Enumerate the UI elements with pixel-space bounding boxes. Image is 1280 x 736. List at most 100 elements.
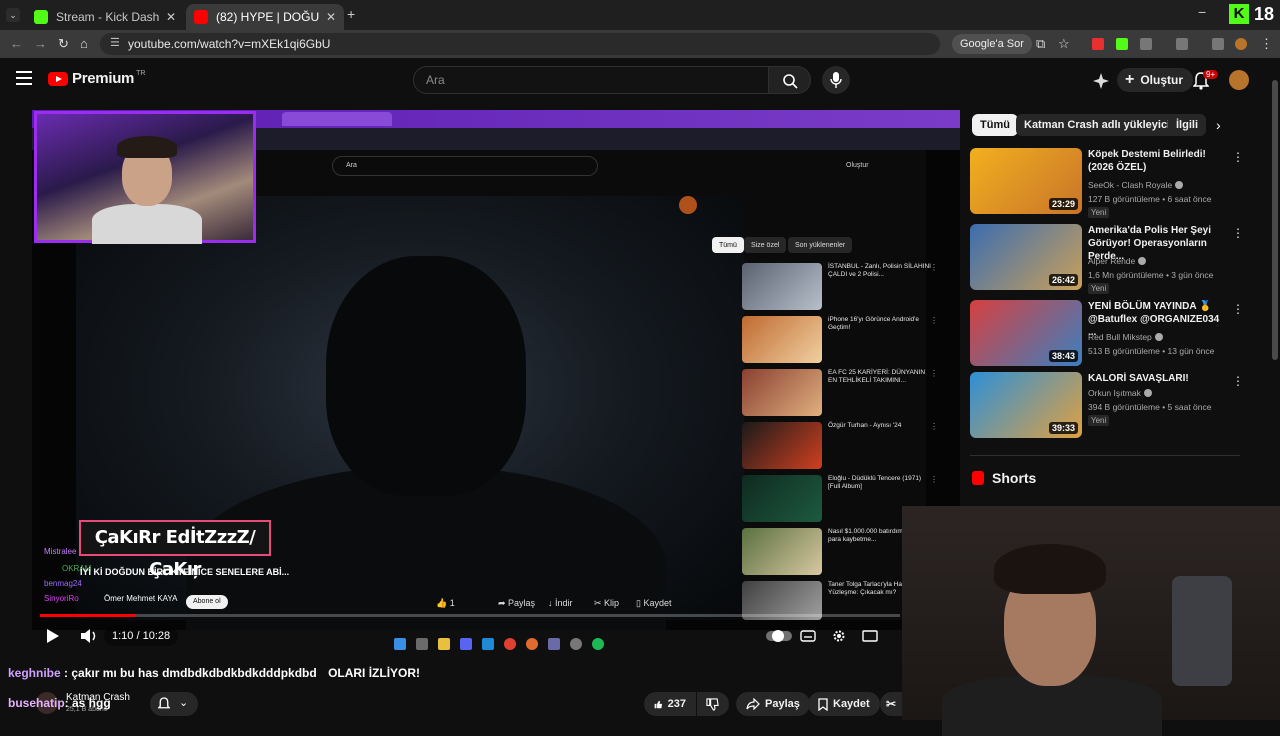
user-avatar[interactable] — [1229, 70, 1249, 90]
close-tab-icon[interactable]: ✕ — [326, 10, 336, 24]
search-button[interactable] — [769, 66, 811, 94]
channel-name[interactable]: Orkun Işıtmak — [1088, 388, 1152, 398]
overlay-clip-label: Klip — [604, 598, 620, 608]
captured-rec-title: İSTANBUL - Zanlı, Polisin SİLAHINI ÇALDI… — [828, 263, 931, 278]
overlay-download-button: ↓ İndir — [548, 598, 573, 608]
progress-fill — [40, 614, 137, 617]
duration-badge: 23:29 — [1048, 198, 1078, 210]
more-options-icon[interactable]: ⋮ — [1232, 302, 1244, 316]
overlay-chat-user: Ömer Mehmet KAYA — [104, 594, 178, 603]
voice-search-button[interactable] — [822, 66, 850, 94]
chip-scroll-right-icon[interactable]: › — [1216, 117, 1221, 133]
overlay-like-count: 1 — [449, 598, 455, 608]
scrollbar-thumb[interactable] — [1272, 80, 1278, 360]
share-button[interactable]: Paylaş — [736, 692, 810, 716]
channel-name[interactable]: SeeOk - Clash Royale — [1088, 180, 1184, 190]
youtube-play-logo-icon — [48, 71, 68, 86]
create-button[interactable]: + Oluştur — [1117, 68, 1194, 92]
caption-overlay: ÇaKıRr EdİtZzzZ/ÇaKıŗ — [79, 520, 271, 580]
more-options-icon[interactable]: ⋮ — [1232, 374, 1244, 388]
overlay-save-label: Kaydet — [643, 598, 672, 608]
thumbs-up-icon — [654, 700, 663, 708]
favorites-icon[interactable] — [1176, 38, 1188, 50]
captured-create-label: Oluştur — [846, 162, 869, 169]
video-thumbnail[interactable]: 23:29 — [970, 148, 1082, 214]
folder-icon — [438, 638, 450, 650]
settings-gear-icon[interactable] — [832, 629, 846, 643]
tab-youtube-video[interactable]: (82) HYPE | DOĞUM GÜNÜNE Ç ✕ — [186, 4, 344, 30]
recommendation-item[interactable]: 39:33 KALORİ SAVAŞLARI! Orkun Işıtmak 39… — [970, 372, 1244, 442]
captured-rec-title: Özgür Turhan - Aynısı '24 — [828, 422, 902, 429]
tab-search-icon[interactable]: ⌄ — [6, 8, 20, 22]
bookmark-star-icon[interactable]: ☆ — [1058, 36, 1070, 52]
video-title[interactable]: KALORİ SAVAŞLARI! — [1088, 372, 1228, 385]
google-ask-button[interactable]: Google'a Sor — [952, 34, 1032, 54]
save-button[interactable]: Kaydet — [808, 692, 880, 716]
shorts-logo-icon — [972, 471, 984, 485]
recommendation-item[interactable]: 23:29 Köpek Destemi Belirledi! (2026 ÖZE… — [970, 148, 1244, 218]
channel-badge-icon — [679, 196, 697, 214]
install-icon[interactable]: ⧉ — [1036, 36, 1045, 52]
gemini-sparkle-icon[interactable] — [1093, 73, 1109, 89]
extension-red-icon[interactable] — [1092, 38, 1104, 50]
filter-chip-all[interactable]: Tümü — [972, 114, 1018, 136]
recommendation-item[interactable]: 26:42 Amerika'da Polis Her Şeyi Görüyor!… — [970, 224, 1244, 294]
minimize-window-icon[interactable]: − — [1198, 4, 1206, 20]
more-options-icon[interactable]: ⋮ — [1232, 226, 1244, 240]
video-meta: 127 B görüntüleme • 6 saat önce — [1088, 194, 1212, 204]
forward-icon[interactable]: → — [34, 36, 47, 51]
shorts-section-header: Shorts — [972, 470, 1036, 486]
more-options-icon[interactable]: ⋮ — [1232, 150, 1244, 164]
profile-icon[interactable] — [1235, 38, 1247, 50]
channel-name-text: Alper Rende — [1088, 256, 1136, 266]
webcam-person-body — [92, 204, 202, 244]
volume-icon[interactable] — [80, 628, 98, 644]
youtube-logo[interactable]: Premium TR — [48, 70, 145, 87]
subtitles-icon[interactable] — [800, 630, 816, 642]
captured-chip-for-you: Size özel — [744, 237, 787, 253]
autoplay-toggle-icon[interactable] — [766, 630, 792, 642]
back-icon[interactable]: ← — [10, 36, 23, 51]
section-divider — [970, 455, 1240, 456]
extension-kick-icon[interactable] — [1116, 38, 1128, 50]
captured-chip-label: Son yüklenenler — [795, 241, 846, 249]
url-field[interactable]: ☰ youtube.com/watch?v=mXEk1qi6GbU — [100, 33, 940, 55]
recommendation-item[interactable]: 38:43 YENİ BÖLÜM YAYINDA 🥇 @Batuflex @OR… — [970, 300, 1244, 370]
tab-kick-dashboard[interactable]: Stream - Kick Dashboard ✕ — [26, 4, 184, 30]
video-title[interactable]: Köpek Destemi Belirledi! (2026 ÖZEL) — [1088, 148, 1228, 174]
site-info-icon[interactable]: ☰ — [110, 36, 120, 49]
more-icon: ⋮ — [930, 316, 938, 325]
collections-icon[interactable] — [1212, 38, 1224, 50]
home-icon[interactable]: ⌂ — [80, 36, 88, 51]
clip-button[interactable]: ✂ — [880, 692, 902, 716]
captured-rec-thumb — [742, 316, 822, 363]
theater-mode-icon[interactable] — [862, 630, 878, 642]
dislike-button[interactable] — [697, 692, 729, 716]
reload-icon[interactable]: ↻ — [58, 36, 69, 52]
like-button[interactable]: 237 — [644, 692, 696, 716]
menu-hamburger-icon[interactable] — [16, 71, 32, 87]
video-thumbnail[interactable]: 38:43 — [970, 300, 1082, 366]
play-icon[interactable] — [46, 628, 60, 644]
filter-chip-related[interactable]: İlgili — [1168, 114, 1206, 136]
video-progress-bar[interactable] — [40, 614, 900, 617]
overlay-subscribe-button[interactable]: Abone ol — [186, 595, 228, 609]
page-scrollbar[interactable] — [1272, 70, 1278, 370]
close-tab-icon[interactable]: ✕ — [166, 10, 176, 24]
time-display: 1:10 / 10:28 — [104, 626, 179, 646]
video-thumbnail[interactable]: 26:42 — [970, 224, 1082, 290]
chat-message-tail: OLARI İZLİYOR! — [328, 666, 421, 680]
verified-icon — [1143, 389, 1152, 397]
channel-name[interactable]: Alper Rende — [1088, 256, 1147, 266]
new-tab-icon[interactable]: + — [347, 6, 355, 22]
video-thumbnail[interactable]: 39:33 — [970, 372, 1082, 438]
settings-gear-icon — [570, 638, 582, 650]
subscription-bell-button[interactable]: ⌄ — [150, 692, 198, 716]
channel-name[interactable]: Red Bull Mikstep — [1088, 332, 1163, 342]
browser-menu-icon[interactable]: ⋮ — [1260, 36, 1273, 52]
video-meta: 394 B görüntüleme • 5 saat önce — [1088, 402, 1212, 412]
bookmark-icon — [818, 697, 828, 711]
search-input[interactable]: Ara — [413, 66, 769, 94]
extensions-puzzle-icon[interactable] — [1140, 38, 1152, 50]
chip-label: İlgili — [1176, 119, 1198, 131]
